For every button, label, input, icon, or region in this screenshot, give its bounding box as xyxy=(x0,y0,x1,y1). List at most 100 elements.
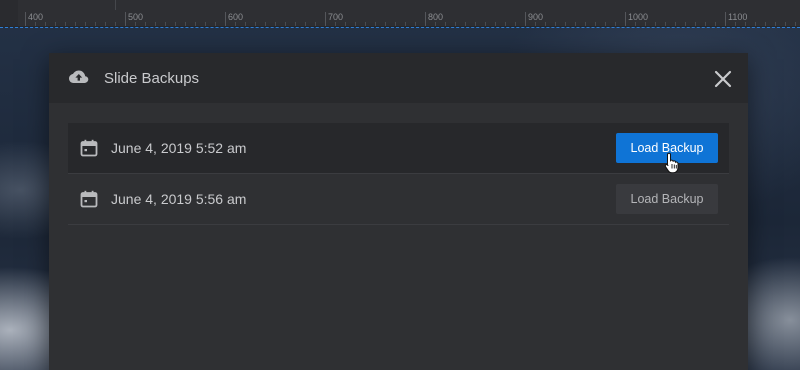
ruler-minor-tick xyxy=(505,22,506,26)
ruler-minor-tick xyxy=(415,22,416,26)
ruler-minor-tick xyxy=(645,22,646,26)
ruler-minor-tick xyxy=(775,22,776,26)
ruler-minor-tick xyxy=(145,22,146,26)
ruler-minor-tick xyxy=(515,22,516,26)
ruler-minor-tick xyxy=(465,22,466,26)
ruler-minor-tick xyxy=(605,22,606,26)
ruler-minor-tick xyxy=(155,22,156,26)
ruler-minor-tick xyxy=(105,22,106,26)
ruler-tick-label: 700 xyxy=(328,12,344,22)
ruler-minor-tick xyxy=(475,22,476,26)
guide-line[interactable] xyxy=(0,27,800,28)
ruler-tick xyxy=(525,12,526,26)
backup-list: June 4, 2019 5:52 am Load Backup June 4,… xyxy=(68,123,729,225)
ruler-minor-tick xyxy=(195,22,196,26)
ruler-minor-tick xyxy=(305,22,306,26)
ruler-tick-label: 500 xyxy=(128,12,144,22)
calendar-icon xyxy=(80,190,98,208)
ruler-minor-tick xyxy=(665,22,666,26)
ruler-minor-tick xyxy=(295,22,296,26)
ruler-minor-tick xyxy=(95,22,96,26)
ruler-minor-tick xyxy=(745,22,746,26)
ruler-minor-tick xyxy=(55,22,56,26)
ruler-minor-tick xyxy=(445,22,446,26)
ruler-minor-tick xyxy=(735,22,736,26)
ruler-minor-tick xyxy=(365,22,366,26)
ruler-minor-tick xyxy=(535,22,536,26)
ruler-minor-tick xyxy=(715,22,716,26)
ruler-minor-tick xyxy=(285,22,286,26)
ruler-minor-tick xyxy=(675,22,676,26)
ruler-minor-tick xyxy=(205,22,206,26)
ruler-minor-tick xyxy=(405,22,406,26)
ruler-tick xyxy=(325,12,326,26)
dialog-title: Slide Backups xyxy=(104,70,200,87)
horizontal-ruler[interactable]: 400 500 600 700 800 900 1000 1100 xyxy=(0,0,800,27)
ruler-tick xyxy=(625,12,626,26)
ruler-minor-tick xyxy=(485,22,486,26)
hand-pointer-icon xyxy=(664,152,680,174)
backup-date: June 4, 2019 5:56 am xyxy=(111,191,247,207)
ruler-minor-tick xyxy=(705,22,706,26)
ruler-minor-tick xyxy=(455,22,456,26)
ruler-divider xyxy=(115,0,116,10)
ruler-minor-tick xyxy=(345,22,346,26)
ruler-minor-tick xyxy=(65,22,66,26)
ruler-tick xyxy=(125,12,126,26)
ruler-minor-tick xyxy=(685,22,686,26)
ruler-minor-tick xyxy=(35,22,36,26)
ruler-minor-tick xyxy=(595,22,596,26)
load-backup-button[interactable]: Load Backup xyxy=(616,184,718,214)
ruler-minor-tick xyxy=(545,22,546,26)
ruler-minor-tick xyxy=(315,22,316,26)
ruler-minor-tick xyxy=(555,22,556,26)
ruler-tick-label: 600 xyxy=(228,12,244,22)
ruler-tick-label: 800 xyxy=(428,12,444,22)
dialog-header: Slide Backups xyxy=(49,53,748,103)
ruler-minor-tick xyxy=(575,22,576,26)
ruler-minor-tick xyxy=(615,22,616,26)
ruler-minor-tick xyxy=(655,22,656,26)
ruler-minor-tick xyxy=(585,22,586,26)
backup-row: June 4, 2019 5:52 am Load Backup xyxy=(68,123,729,174)
ruler-minor-tick xyxy=(185,22,186,26)
ruler-minor-tick xyxy=(565,22,566,26)
ruler-minor-tick xyxy=(755,22,756,26)
ruler-minor-tick xyxy=(395,22,396,26)
ruler-tick xyxy=(225,12,226,26)
ruler-minor-tick xyxy=(355,22,356,26)
ruler-minor-tick xyxy=(495,22,496,26)
ruler-minor-tick xyxy=(265,22,266,26)
ruler-minor-tick xyxy=(135,22,136,26)
ruler-tick xyxy=(25,12,26,26)
ruler-minor-tick xyxy=(255,22,256,26)
ruler-minor-tick xyxy=(245,22,246,26)
cloud-upload-icon xyxy=(69,69,89,87)
ruler-minor-tick xyxy=(275,22,276,26)
ruler-minor-tick xyxy=(435,22,436,26)
ruler-minor-tick xyxy=(175,22,176,26)
ruler-minor-tick xyxy=(695,22,696,26)
ruler-minor-tick xyxy=(375,22,376,26)
ruler-minor-tick xyxy=(165,22,166,26)
ruler-minor-tick xyxy=(335,22,336,26)
ruler-minor-tick xyxy=(115,22,116,26)
slide-backups-dialog: Slide Backups June 4, 2019 5:52 am Load … xyxy=(49,53,748,370)
ruler-minor-tick xyxy=(765,22,766,26)
ruler-minor-tick xyxy=(75,22,76,26)
ruler-minor-tick xyxy=(45,22,46,26)
ruler-minor-tick xyxy=(795,22,796,26)
backup-row: June 4, 2019 5:56 am Load Backup xyxy=(68,174,729,225)
ruler-corner xyxy=(0,0,18,26)
ruler-minor-tick xyxy=(785,22,786,26)
ruler-minor-tick xyxy=(215,22,216,26)
ruler-minor-tick xyxy=(235,22,236,26)
ruler-minor-tick xyxy=(385,22,386,26)
ruler-minor-tick xyxy=(635,22,636,26)
ruler-tick-label: 1000 xyxy=(628,12,649,22)
ruler-tick xyxy=(725,12,726,26)
ruler-minor-tick xyxy=(85,22,86,26)
close-icon[interactable] xyxy=(711,67,735,91)
calendar-icon xyxy=(80,139,98,157)
ruler-tick xyxy=(425,12,426,26)
